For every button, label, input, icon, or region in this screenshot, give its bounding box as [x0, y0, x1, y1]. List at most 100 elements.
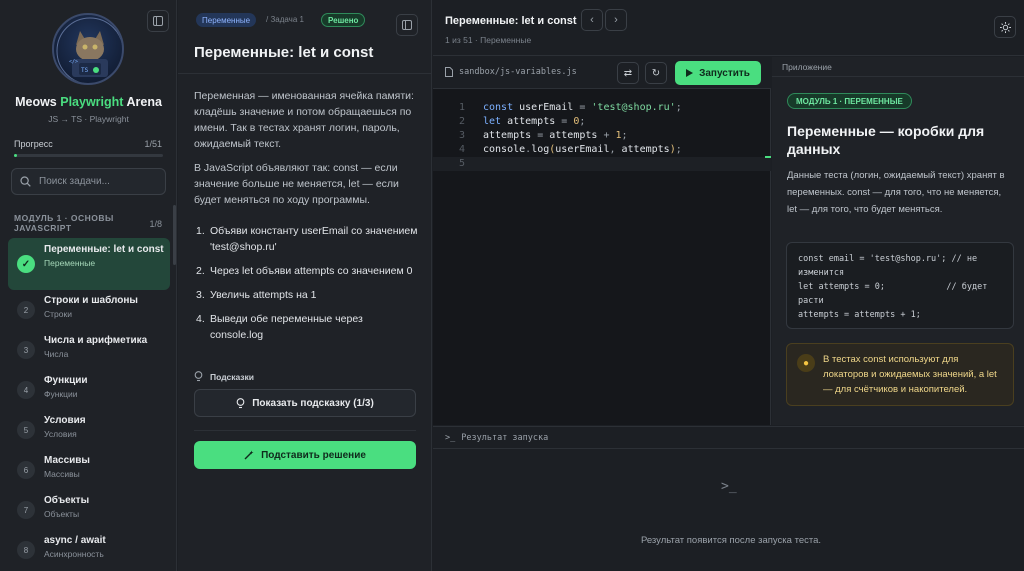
cat-logo: TS </>: [52, 13, 124, 85]
lesson-check-icon: ✓: [17, 255, 35, 273]
step-item: 3. Увеличь attempts на 1: [196, 289, 317, 301]
terminal-prompt-icon: >_: [721, 479, 737, 494]
lesson-subtitle: Массивы: [44, 469, 80, 479]
lesson-subtitle: Асинхронность: [44, 549, 104, 559]
lesson-number: 7: [17, 501, 35, 519]
code-line: 3 attempts = attempts + 1;: [458, 130, 628, 141]
appendix-text: Данные теста (логин, ожидаемый текст) хр…: [787, 170, 1005, 215]
lightbulb-icon: [194, 371, 203, 382]
lesson-title: Числа и арифметика: [44, 335, 148, 346]
step-item: 4. Выведи обе переменные через console.lo…: [196, 313, 363, 341]
lightbulb-icon: ●: [797, 354, 815, 372]
code-line: 1 const userEmail = 'test@shop.ru';: [458, 102, 682, 113]
hints-label: Подсказки: [194, 371, 254, 382]
svg-text:</>: </>: [69, 59, 78, 65]
lesson-item-functions[interactable]: 4 Функции Функции: [8, 370, 170, 410]
appendix-header: Приложение: [772, 57, 1024, 77]
lesson-item-objects[interactable]: 7 Объекты Объекты: [8, 490, 170, 530]
reset-button[interactable]: ↻: [645, 62, 667, 84]
lesson-subtitle: Объекты: [44, 509, 80, 519]
lesson-subtitle: Строки: [44, 309, 72, 319]
magic-wand-icon: [244, 450, 254, 460]
code-editor[interactable]: sandbox/js-variables.js ⇄ ↻ Запустить 1c…: [433, 57, 771, 425]
sidebar-collapse-button[interactable]: [147, 10, 169, 32]
page-subtitle: 1 из 51 · Переменные: [445, 35, 532, 45]
output-panel: >_ Результат запуска >_ Результат появит…: [433, 426, 1024, 571]
step-item: 2. Через let объяви attempts со значением…: [196, 265, 413, 277]
lesson-number: 6: [17, 461, 35, 479]
theme-toggle-button[interactable]: [994, 16, 1016, 38]
app: TS </> Meows Playwright Arena JS → TS · …: [0, 0, 1024, 571]
chevron-left-icon: ‹: [590, 14, 594, 26]
terminal-icon: >_: [445, 432, 456, 443]
lesson-title: async / await: [44, 535, 106, 546]
lesson-item-variables[interactable]: ✓ Переменные: let и const Переменные: [8, 238, 170, 290]
output-header: >_ Результат запуска: [433, 427, 1024, 449]
lesson-number: 3: [17, 341, 35, 359]
search-box[interactable]: [11, 168, 166, 195]
description-paragraph: Переменная — именованная ячейка памяти: …: [194, 90, 414, 150]
tip-text: В тестах const используют для локаторов …: [823, 354, 997, 395]
lesson-title: Строки и шаблоны: [44, 295, 138, 306]
lesson-item-conditions[interactable]: 5 Условия Условия: [8, 410, 170, 450]
lesson-title: Переменные: let и const: [44, 244, 164, 255]
output-title: Результат запуска: [461, 432, 549, 443]
progress-fill: [14, 154, 17, 157]
task-description: Переменная — именованная ячейка памяти: …: [194, 88, 416, 216]
module-title: Модуль 1 · Основы JavaScript: [14, 213, 114, 233]
lesson-number: 2: [17, 301, 35, 319]
tip-callout: ● В тестах const используют для локаторо…: [786, 343, 1014, 406]
lesson-item-async[interactable]: 8 async / await Асинхронность: [8, 530, 170, 570]
swap-button[interactable]: ⇄: [617, 62, 639, 84]
status-badge: Решено: [321, 13, 366, 27]
progress-count: 1/51: [144, 139, 162, 149]
swap-icon: ⇄: [623, 67, 633, 79]
code-line: 2 let attempts = 0;: [458, 116, 586, 127]
lesson-item-arrays[interactable]: 6 Массивы Массивы: [8, 450, 170, 490]
step-item: 1. Объяви константу userEmail со значение…: [196, 225, 418, 253]
run-button[interactable]: Запустить: [675, 61, 761, 85]
lesson-title: Функции: [44, 375, 88, 386]
lesson-subtitle: Переменные: [44, 258, 96, 268]
module-badge: МОДУЛЬ 1 · ПЕРЕМЕННЫЕ: [787, 93, 912, 109]
prev-task-button[interactable]: ‹: [581, 9, 603, 31]
panel-icon: [153, 16, 163, 26]
lightbulb-icon: [236, 397, 245, 408]
show-hint-button[interactable]: Показать подсказку (1/3): [194, 389, 416, 417]
lesson-item-numbers[interactable]: 3 Числа и арифметика Числа: [8, 330, 170, 370]
search-input[interactable]: [39, 176, 159, 187]
task-number: / Задача 1: [266, 15, 304, 24]
divider: [194, 430, 416, 431]
next-task-button[interactable]: ›: [605, 9, 627, 31]
lesson-number: 4: [17, 381, 35, 399]
svg-text:TS: TS: [81, 67, 89, 74]
lesson-title: Условия: [44, 415, 86, 426]
reset-icon: ↻: [651, 67, 661, 79]
divider: [178, 73, 432, 74]
module-count: 1/8: [149, 219, 162, 229]
description-paragraph: В JavaScript объявляют так: const — если…: [194, 162, 399, 206]
task-collapse-button[interactable]: [396, 14, 418, 36]
task-steps: 1. Объяви константу userEmail со значение…: [196, 223, 418, 351]
lesson-subtitle: Функции: [44, 389, 78, 399]
lesson-list: ✓ Переменные: let и const Переменные 2 С…: [8, 238, 170, 570]
sidebar-scrollbar[interactable]: [173, 205, 176, 265]
insert-solution-button[interactable]: Подставить решение: [194, 441, 416, 469]
play-icon: [686, 69, 694, 77]
lesson-item-strings[interactable]: 2 Строки и шаблоны Строки: [8, 290, 170, 330]
example-code: const email = 'test@shop.ru'; // не изме…: [786, 242, 1014, 329]
task-title: Переменные: let и const: [194, 44, 374, 61]
editor-header: Переменные: let и const 1 из 51 · Переме…: [433, 0, 1024, 56]
output-empty-message: Результат появится после запуска теста.: [640, 535, 822, 546]
code-line: 5: [433, 157, 771, 171]
search-icon: [20, 176, 31, 187]
lesson-number: 8: [17, 541, 35, 559]
appendix-panel: Приложение МОДУЛЬ 1 · ПЕРЕМЕННЫЕ Перемен…: [772, 57, 1024, 425]
code-line: 4 console.log(userEmail, attempts);: [458, 144, 682, 155]
file-icon: [445, 67, 453, 77]
page-title: Переменные: let и const: [445, 15, 577, 27]
sidebar: TS </> Meows Playwright Arena JS → TS · …: [0, 0, 177, 571]
progress-label: Прогресс: [14, 139, 53, 149]
code-content[interactable]: 1 const userEmail = 'test@shop.ru'; 2 let …: [433, 101, 771, 171]
lesson-title: Массивы: [44, 455, 90, 466]
